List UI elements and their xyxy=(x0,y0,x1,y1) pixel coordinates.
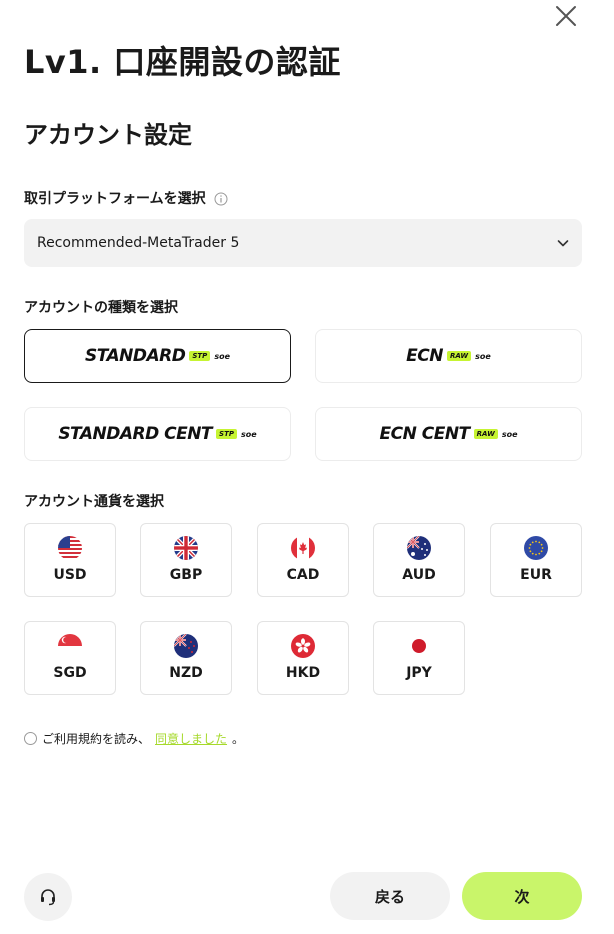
section-title: アカウント設定 xyxy=(24,121,192,149)
currency-option-hkd[interactable]: HKD xyxy=(257,621,349,695)
account-option-suffix: soe xyxy=(501,429,518,439)
account-option-tag: RAW xyxy=(446,351,472,361)
currency-option-eur[interactable]: EUR xyxy=(490,523,582,597)
japan-flag-icon xyxy=(407,634,431,658)
next-button[interactable]: 次 xyxy=(462,872,582,920)
terms-suffix: 。 xyxy=(232,732,245,746)
currency-option-gbp[interactable]: GBP xyxy=(140,523,232,597)
account-option-name: ECN xyxy=(406,346,443,366)
singapore-flag-icon xyxy=(58,634,82,658)
currency-code: NZD xyxy=(169,665,203,681)
close-icon xyxy=(556,6,576,26)
platform-select-value: Recommended-MetaTrader 5 xyxy=(37,235,240,251)
currency-code: EUR xyxy=(520,567,552,583)
support-button[interactable] xyxy=(24,873,72,921)
chevron-down-icon xyxy=(557,240,569,247)
currency-option-cad[interactable]: CAD xyxy=(257,523,349,597)
back-button[interactable]: 戻る xyxy=(330,872,450,920)
account-option-ecn[interactable]: ECN RAW soe xyxy=(315,329,582,383)
platform-label: 取引プラットフォームを選択 xyxy=(24,191,206,207)
terms-prefix: ご利用規約を読み、 xyxy=(42,732,151,746)
account-type-label: アカウントの種類を選択 xyxy=(24,300,178,316)
account-option-name: STANDARD CENT xyxy=(58,424,213,444)
australia-flag-icon xyxy=(407,536,431,560)
currency-code: SGD xyxy=(53,665,87,681)
account-option-suffix: soe xyxy=(475,351,491,361)
account-option-name: STANDARD xyxy=(84,346,186,366)
new-zealand-flag-icon xyxy=(174,634,198,658)
platform-label-row: 取引プラットフォームを選択 xyxy=(24,189,228,209)
currency-option-sgd[interactable]: SGD xyxy=(24,621,116,695)
account-option-tag: STP xyxy=(189,351,211,361)
account-option-standard[interactable]: STANDARD STP soe xyxy=(24,329,291,383)
account-option-name: ECN CENT xyxy=(379,424,471,444)
page-title: Lv1. 口座開設の認証 xyxy=(24,43,341,81)
currency-code: CAD xyxy=(286,567,320,583)
info-icon[interactable] xyxy=(214,192,228,206)
platform-select[interactable]: Recommended-MetaTrader 5 xyxy=(24,219,582,267)
currency-code: AUD xyxy=(402,567,436,583)
eu-flag-icon xyxy=(524,536,548,560)
account-option-ecn-cent[interactable]: ECN CENT RAW soe xyxy=(315,407,582,461)
headset-icon xyxy=(41,889,55,906)
account-option-suffix: soe xyxy=(214,351,230,361)
currency-code: GBP xyxy=(169,567,203,583)
terms-agreement: ご利用規約を読み、 同意しました。 xyxy=(24,730,244,747)
currency-code: HKD xyxy=(285,665,321,681)
account-option-tag: STP xyxy=(216,429,237,439)
account-option-standard-cent[interactable]: STANDARD CENT STP soe xyxy=(24,407,291,461)
terms-radio[interactable] xyxy=(24,732,37,745)
currency-option-nzd[interactable]: NZD xyxy=(140,621,232,695)
us-flag-icon xyxy=(58,536,82,560)
uk-flag-icon xyxy=(174,536,198,560)
currency-option-usd[interactable]: USD xyxy=(24,523,116,597)
currency-option-jpy[interactable]: JPY xyxy=(373,621,465,695)
currency-code: USD xyxy=(53,567,87,583)
terms-link[interactable]: 同意しました xyxy=(155,730,227,747)
canada-flag-icon xyxy=(291,536,315,560)
currency-option-aud[interactable]: AUD xyxy=(373,523,465,597)
account-option-suffix: soe xyxy=(240,429,257,439)
currency-code: JPY xyxy=(406,665,432,681)
close-button[interactable] xyxy=(552,2,580,30)
account-option-tag: RAW xyxy=(473,429,498,439)
currency-label: アカウント通貨を選択 xyxy=(24,494,164,510)
hong-kong-flag-icon xyxy=(291,634,315,658)
